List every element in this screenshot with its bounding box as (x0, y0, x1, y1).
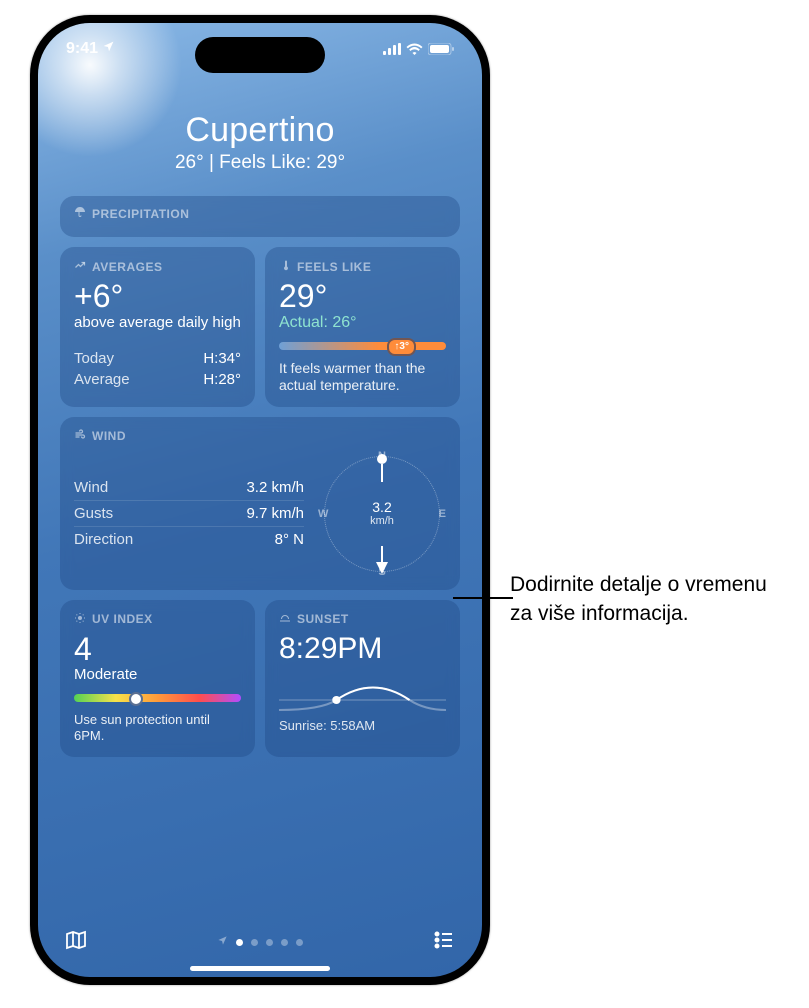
home-indicator[interactable] (190, 966, 330, 971)
location-dot-icon (217, 935, 228, 949)
sunset-icon (279, 612, 291, 627)
compass-e: E (439, 508, 446, 520)
feels-like-gauge: ↑3° (279, 342, 446, 350)
status-time: 9:41 (66, 40, 98, 58)
battery-icon (428, 43, 454, 55)
page-dot (236, 939, 243, 946)
location-arrow-icon (102, 40, 115, 58)
cellular-icon (383, 43, 401, 55)
today-value: H:34° (203, 350, 241, 367)
precipitation-card[interactable]: Precipitation (60, 196, 460, 237)
direction-row: Direction 8° N (74, 531, 304, 548)
sunrise-label: Sunrise: 5:58AM (279, 718, 446, 733)
phone-frame: 9:41 Cupertino 26° | Feels Li (30, 15, 490, 985)
sun-path-graph (279, 670, 446, 718)
feels-like-value: 29° (279, 280, 446, 314)
feels-delta-pill: ↑3° (387, 338, 416, 356)
page-dot (251, 939, 258, 946)
wind-list: Wind 3.2 km/h Gusts 9.7 km/h Direction 8… (74, 475, 304, 552)
uv-value: 4 (74, 633, 241, 667)
wind-label: Wind (92, 429, 126, 443)
uv-card[interactable]: UV Index 4 Moderate Use sun protection u… (60, 600, 255, 757)
wind-compass: N S E W 3.2 km/h (318, 450, 446, 578)
chart-icon (74, 259, 86, 274)
sunset-time: 8:29PM (279, 633, 446, 665)
wind-row: Wind 3.2 km/h (74, 479, 304, 496)
compass-s: S (378, 566, 385, 578)
city-name: Cupertino (60, 111, 460, 150)
wind-card[interactable]: Wind Wind 3.2 km/h Gusts 9.7 km/h (60, 417, 460, 590)
temp-summary: 26° | Feels Like: 29° (60, 152, 460, 174)
today-label: Today (74, 350, 114, 367)
average-value: H:28° (203, 371, 241, 388)
uv-level: Moderate (74, 666, 241, 684)
uv-label: UV Index (92, 612, 153, 626)
compass-unit: km/h (370, 515, 394, 528)
thermometer-icon (279, 259, 291, 274)
dynamic-island (195, 37, 325, 73)
compass-w: W (318, 508, 328, 520)
feels-like-desc: It feels warmer than the actual temperat… (279, 360, 446, 395)
page-dot (281, 939, 288, 946)
wifi-icon (406, 43, 423, 55)
compass-n: N (378, 450, 386, 462)
umbrella-icon (74, 206, 86, 221)
page-dots[interactable] (217, 935, 303, 949)
sunset-label: Sunset (297, 612, 349, 626)
feels-like-label: Feels Like (297, 260, 371, 274)
page-dot (266, 939, 273, 946)
sunset-card[interactable]: Sunset 8:29PM Sunrise: 5:58AM (265, 600, 460, 757)
wind-icon (74, 429, 86, 444)
feels-like-card[interactable]: Feels Like 29° Actual: 26° ↑3° It feels … (265, 247, 460, 407)
location-header[interactable]: Cupertino 26° | Feels Like: 29° (60, 111, 460, 174)
actual-temp: Actual: 26° (279, 314, 446, 332)
uv-indicator-dot (129, 692, 143, 706)
uv-gauge (74, 694, 241, 702)
content-area[interactable]: Cupertino 26° | Feels Like: 29° Precipit… (38, 75, 482, 917)
screen: 9:41 Cupertino 26° | Feels Li (38, 23, 482, 977)
callout-leader-line (453, 597, 513, 599)
sun-icon (74, 612, 86, 627)
uv-desc: Use sun protection until 6PM. (74, 712, 241, 745)
map-button[interactable] (64, 928, 88, 957)
list-button[interactable] (432, 928, 456, 957)
averages-label: Averages (92, 260, 162, 274)
precipitation-label: Precipitation (92, 207, 189, 221)
averages-value: +6° (74, 280, 241, 314)
page-dot (296, 939, 303, 946)
average-label: Average (74, 371, 130, 388)
averages-subtitle: above average daily high (74, 314, 241, 332)
gusts-row: Gusts 9.7 km/h (74, 505, 304, 522)
callout-text: Dodirnite detalje o vremenu za više info… (510, 570, 790, 629)
averages-card[interactable]: Averages +6° above average daily high To… (60, 247, 255, 407)
